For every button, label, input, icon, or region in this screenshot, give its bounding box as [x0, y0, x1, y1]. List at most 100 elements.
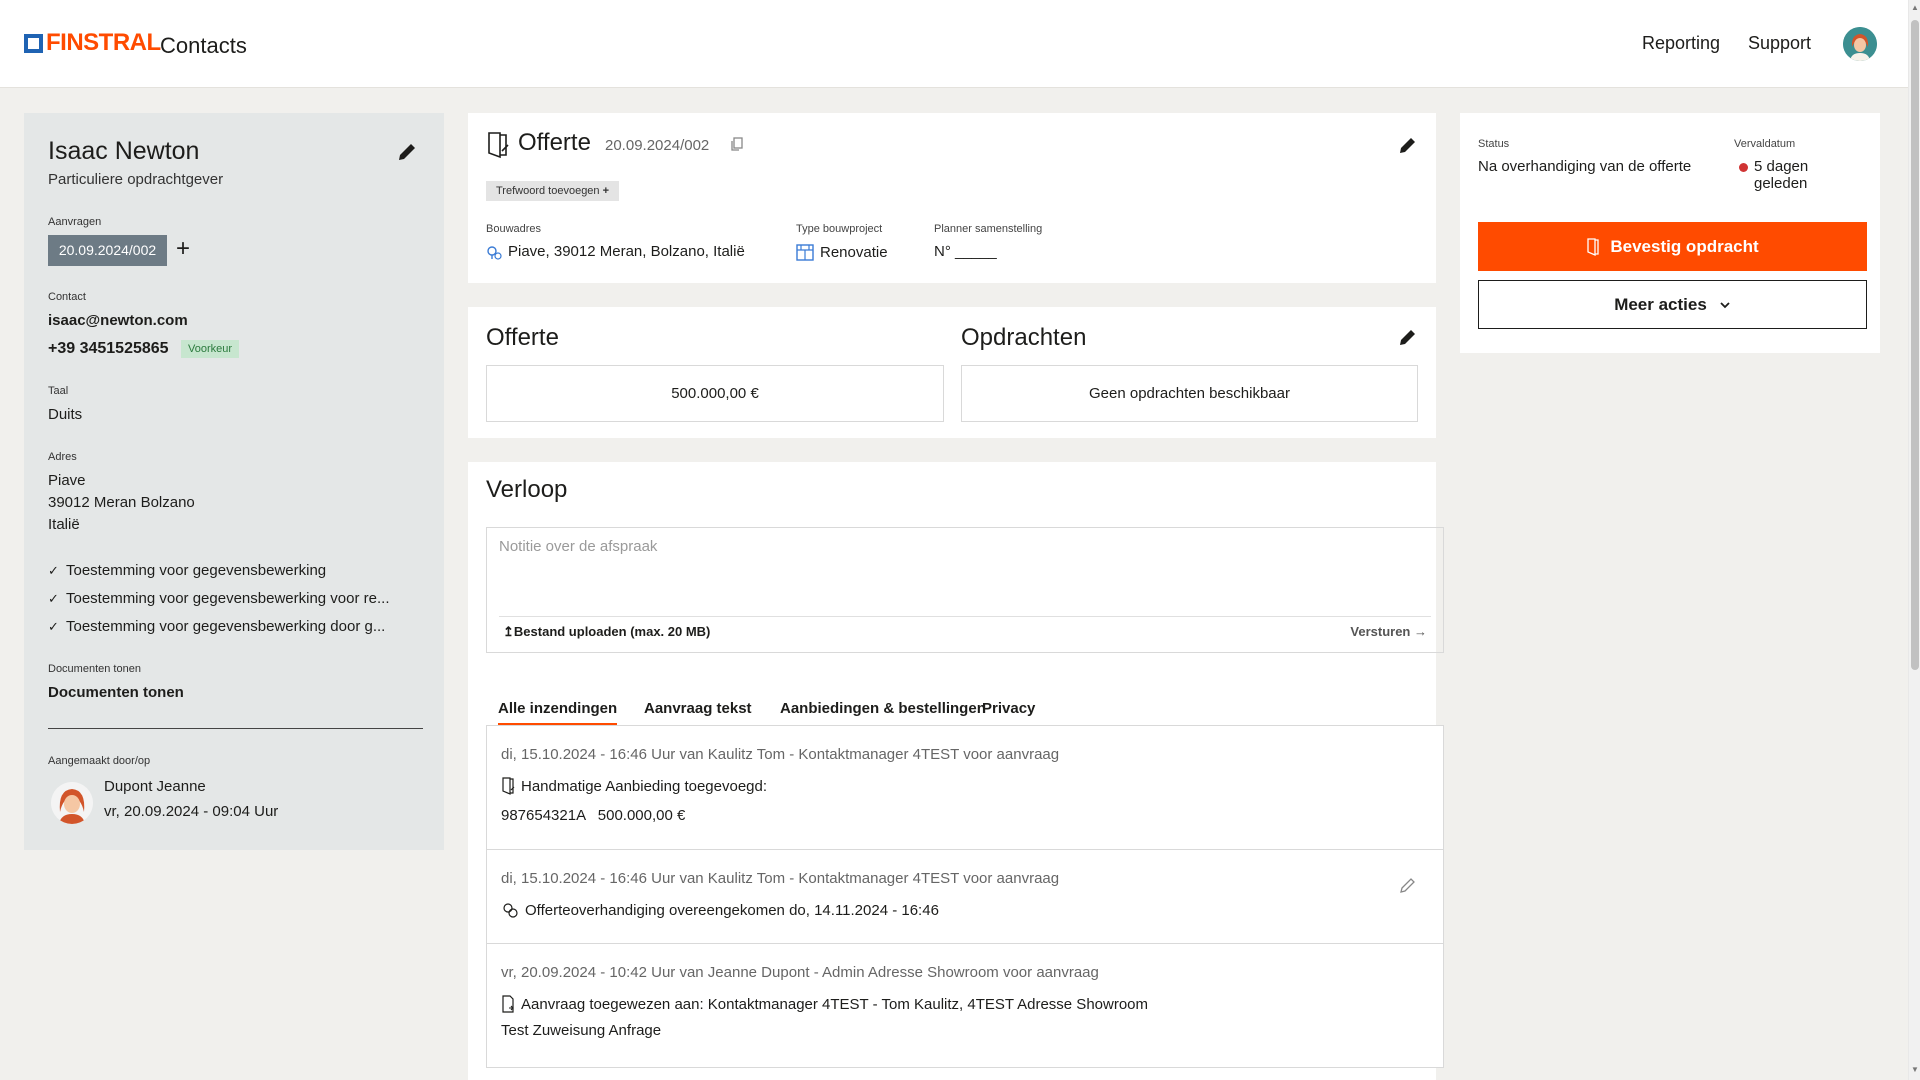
requests-label: Aanvragen: [48, 216, 102, 228]
address-line-country: Italië: [48, 516, 80, 533]
planner-label: Planner samenstelling: [934, 223, 1043, 235]
send-label: Versturen: [1350, 624, 1411, 639]
door-icon: [1587, 237, 1599, 256]
consent-label: Toestemming voor gegevensbewerking voor …: [66, 590, 390, 607]
tab-privacy[interactable]: Privacy: [982, 700, 1035, 717]
chevron-down-icon: [1720, 301, 1730, 308]
scroll-down-arrow-icon[interactable]: ▼: [1911, 1066, 1919, 1074]
note-composer: ↥Bestand uploaden (max. 20 MB) Versturen…: [486, 527, 1444, 653]
history-entry: di, 15.10.2024 - 16:46 Uur van Kaulitz T…: [486, 849, 1444, 944]
summary-offer-title: Offerte: [486, 324, 559, 351]
nav-support-link[interactable]: Support: [1748, 33, 1811, 54]
upload-label: Bestand uploaden (max. 20 MB): [513, 624, 711, 639]
history-entry: di, 15.10.2024 - 16:46 Uur van Kaulitz T…: [486, 725, 1444, 850]
top-navigation-bar: FINSTRAL Contacts Reporting Support: [0, 0, 1908, 88]
logo-square-icon: [24, 33, 43, 53]
add-keyword-label: Trefwoord toevoegen: [496, 185, 600, 197]
user-avatar-icon: [1843, 27, 1877, 61]
contact-email[interactable]: isaac@newton.com: [48, 312, 188, 329]
show-documents-link[interactable]: Documenten tonen: [48, 684, 184, 701]
door-icon: [488, 132, 509, 159]
entry-line: Aanvraag toegewezen aan: Kontaktmanager …: [501, 995, 1148, 1013]
due-date-value-line-2: geleden: [1754, 175, 1808, 192]
location-gear-icon: [487, 245, 502, 260]
page-scrollbar[interactable]: ▲ ▼: [1908, 0, 1920, 1080]
offer-header-card: Offerte 20.09.2024/002 Trefwoord toevoeg…: [468, 113, 1436, 283]
consent-item: ✓ Toestemming voor gegevensbewerking voor…: [48, 590, 423, 607]
arrow-right-icon: →: [1414, 624, 1427, 639]
consent-label: Toestemming voor gegevensbewerking: [66, 562, 327, 579]
tab-request-text[interactable]: Aanvraag tekst: [644, 700, 752, 717]
edit-orders-pencil-icon[interactable]: [1398, 327, 1418, 347]
due-date-value-line-1: 5 dagen: [1754, 158, 1809, 175]
edit-contact-pencil-icon[interactable]: [396, 141, 418, 163]
entry-detail: Test Zuweisung Anfrage: [501, 1022, 662, 1039]
request-chip[interactable]: 20.09.2024/002: [48, 235, 167, 266]
history-card: Verloop ↥Bestand uploaden (max. 20 MB) V…: [468, 462, 1444, 1080]
due-date-label: Vervaldatum: [1734, 138, 1796, 150]
more-actions-label: Meer acties: [1614, 294, 1707, 314]
status-value: Na overhandiging van de offerte: [1478, 158, 1692, 175]
address-line-city: 39012 Meran Bolzano: [48, 494, 195, 511]
scroll-thumb[interactable]: [1911, 20, 1919, 670]
offer-amount-box[interactable]: 500.000,00 €: [486, 365, 944, 422]
history-entry: vr, 20.09.2024 - 10:42 Uur van Jeanne Du…: [486, 943, 1444, 1068]
consent-item: ✓ Toestemming voor gegevensbewerking: [48, 562, 423, 579]
overdue-dot-icon: [1739, 163, 1748, 172]
app-name: Contacts: [160, 33, 247, 58]
tab-all-entries[interactable]: Alle inzendingen: [498, 700, 618, 725]
build-address-label: Bouwadres: [486, 223, 542, 235]
send-button[interactable]: Versturen →: [1350, 624, 1427, 639]
address-line-street: Piave: [48, 472, 86, 489]
confirm-order-label: Bevestig opdracht: [1610, 236, 1759, 256]
project-type-text: Renovatie: [820, 243, 888, 261]
tab-offers-orders[interactable]: Aanbiedingen & bestellingen: [780, 700, 986, 717]
edit-entry-pencil-icon[interactable]: [1399, 876, 1417, 894]
user-avatar[interactable]: [1843, 27, 1877, 61]
entry-text: Aanvraag toegewezen aan: Kontaktmanager …: [521, 995, 1149, 1013]
language-label: Taal: [48, 385, 69, 397]
entry-meta: di, 15.10.2024 - 16:46 Uur van Kaulitz T…: [501, 746, 1060, 763]
summary-card: Offerte Opdrachten 500.000,00 € Geen opd…: [468, 307, 1436, 438]
logo-text: FINSTRAL: [46, 29, 161, 56]
scroll-up-arrow-icon[interactable]: ▲: [1911, 4, 1919, 12]
entry-detail: 987654321A 500.000,00 €: [501, 807, 686, 824]
project-type: Renovatie: [796, 243, 888, 261]
upload-icon: ↥: [503, 624, 514, 639]
build-address: Piave, 39012 Meran, Bolzano, Italië: [486, 243, 745, 260]
offer-title: Offerte: [518, 129, 591, 156]
add-request-plus-icon[interactable]: +: [176, 234, 190, 264]
offer-number: 20.09.2024/002: [605, 137, 710, 154]
confirm-order-button[interactable]: Bevestig opdracht: [1478, 222, 1867, 271]
contact-name: Isaac Newton: [48, 137, 200, 165]
contact-language: Duits: [48, 406, 83, 423]
divider: [499, 616, 1431, 617]
created-label: Aangemaakt door/op: [48, 755, 151, 767]
history-tabs: Alle inzendingen Aanvraag tekst Aanbiedi…: [486, 691, 1444, 728]
edit-offer-pencil-icon[interactable]: [1398, 135, 1418, 155]
check-icon: ✓: [48, 563, 59, 578]
upload-file-button[interactable]: ↥Bestand uploaden (max. 20 MB): [503, 624, 710, 640]
contact-phone[interactable]: +39 3451525865: [48, 340, 169, 358]
add-keyword-button[interactable]: Trefwoord toevoegen +: [486, 181, 620, 201]
window-icon: [796, 244, 814, 261]
status-label: Status: [1478, 138, 1510, 150]
planner-value: N° _____: [934, 243, 997, 260]
summary-orders-title: Opdrachten: [961, 324, 1087, 351]
history-title: Verloop: [486, 476, 568, 503]
check-icon: ✓: [48, 591, 59, 606]
created-at: vr, 20.09.2024 - 09:04 Uur: [104, 803, 279, 820]
copy-icon[interactable]: [730, 137, 744, 151]
nav-reporting-link[interactable]: Reporting: [1642, 33, 1720, 54]
plus-icon: +: [602, 185, 610, 197]
more-actions-button[interactable]: Meer acties: [1478, 280, 1867, 329]
consent-label: Toestemming voor gegevensbewerking door …: [66, 618, 386, 635]
note-input[interactable]: [499, 538, 1429, 608]
entry-text: Offerteoverhandiging overeengekomen do, …: [525, 901, 939, 919]
check-icon: ✓: [48, 619, 59, 634]
build-address-text: Piave, 39012 Meran, Bolzano, Italië: [508, 243, 745, 260]
documents-label: Documenten tonen: [48, 663, 141, 675]
door-icon: [502, 777, 515, 795]
project-type-label: Type bouwproject: [796, 223, 883, 235]
finstral-logo[interactable]: FINSTRAL: [24, 31, 161, 55]
